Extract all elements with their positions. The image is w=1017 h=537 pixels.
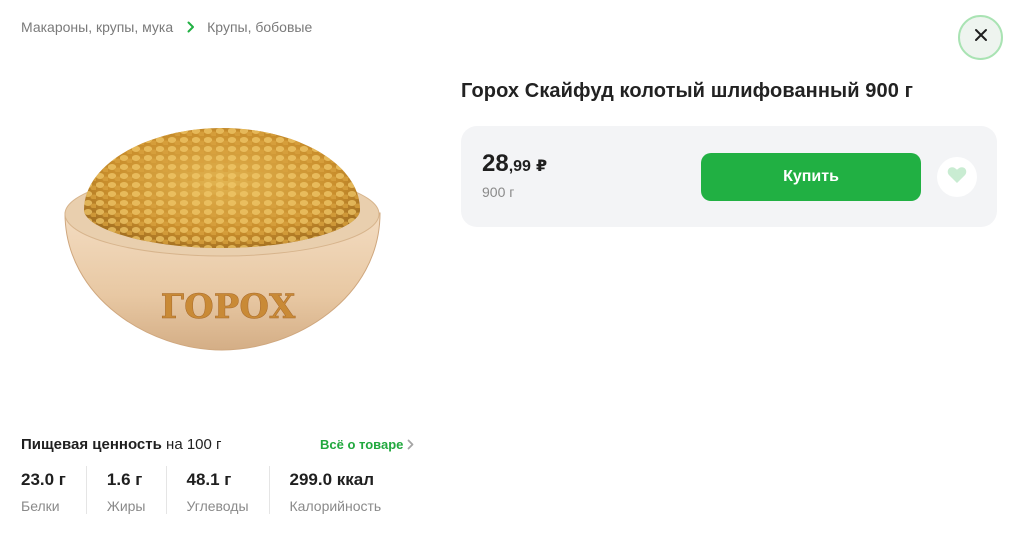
- breadcrumb: Макароны, крупы, мука Крупы, бобовые: [21, 19, 312, 35]
- nutrition-item-fat: 1.6 г Жиры: [107, 466, 167, 514]
- chevron-right-icon: [187, 21, 195, 33]
- all-about-product-label: Всё о товаре: [320, 437, 404, 452]
- buy-button[interactable]: Купить: [701, 153, 921, 201]
- nutrition-label: Калорийность: [289, 498, 382, 514]
- price-card: 28 ,99 ₽ 900 г Купить: [461, 126, 997, 227]
- chevron-right-icon: [407, 439, 414, 450]
- nutrition-label: Углеводы: [186, 498, 249, 514]
- heart-icon: [947, 166, 967, 189]
- product-image-label: ГОРОХ: [161, 287, 296, 327]
- product-title: Горох Скайфуд колотый шлифованный 900 г: [461, 80, 914, 102]
- nutrition-item-calories: 299.0 ккал Калорийность: [290, 466, 402, 514]
- nutrition-header: Пищевая ценность на 100 г: [21, 436, 222, 453]
- close-button[interactable]: [958, 15, 1003, 60]
- nutrition-label: Белки: [21, 498, 60, 514]
- nutrition-value: 48.1 г: [186, 470, 232, 489]
- nutrition-item-protein: 23.0 г Белки: [21, 466, 87, 514]
- product-weight: 900 г: [482, 184, 515, 200]
- breadcrumb-item-pasta-cereals-flour[interactable]: Макароны, крупы, мука: [21, 19, 173, 35]
- nutrition-item-carbs: 48.1 г Углеводы: [187, 466, 270, 514]
- nutrition-label: Жиры: [106, 498, 146, 514]
- close-icon: [974, 28, 988, 47]
- nutrition-value: 23.0 г: [21, 470, 66, 489]
- price-fraction: ,99: [508, 158, 531, 175]
- product-image: ГОРОХ: [60, 118, 385, 363]
- nutrition-value: 1.6 г: [106, 470, 143, 489]
- nutrition-facts: 23.0 г Белки 1.6 г Жиры 48.1 г Углеводы …: [21, 466, 401, 514]
- price-currency: ₽: [535, 158, 548, 175]
- nutrition-value: 299.0 ккал: [289, 470, 375, 489]
- nutrition-per: на 100 г: [166, 436, 222, 453]
- price-integer: 28: [482, 150, 509, 177]
- all-about-product-link[interactable]: Всё о товаре: [320, 437, 414, 452]
- nutrition-title: Пищевая ценность: [21, 436, 162, 453]
- price: 28 ,99 ₽: [482, 150, 547, 178]
- favorite-button[interactable]: [937, 157, 977, 197]
- breadcrumb-item-cereals-legumes[interactable]: Крупы, бобовые: [207, 19, 312, 35]
